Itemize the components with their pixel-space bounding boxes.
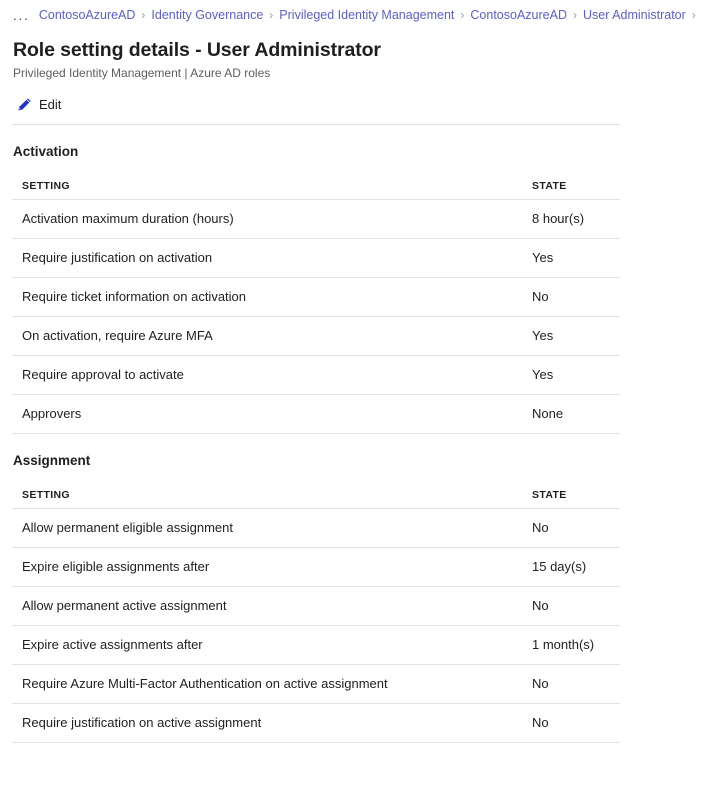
- row-divider: [12, 433, 620, 434]
- edit-button-label: Edit: [39, 96, 62, 112]
- settings-sections: Activation SETTING STATE Activation maximum…: [0, 144, 702, 743]
- table-row: Require justification on activation Yes: [12, 239, 620, 277]
- cell-state: 1 month(s): [532, 637, 595, 652]
- breadcrumb-items: ContosoAzureAD › Identity Governance › Privi…: [39, 8, 702, 22]
- cell-setting: On activation, require Azure MFA: [22, 328, 213, 343]
- command-bar: Edit: [0, 81, 702, 115]
- table-row: Require approval to activate Yes: [12, 356, 620, 394]
- table-header-row: SETTING STATE: [12, 481, 620, 508]
- breadcrumb-separator-icon: ›: [460, 8, 465, 22]
- cell-setting: Allow permanent active assignment: [22, 598, 227, 613]
- breadcrumb-separator-icon: ›: [691, 8, 696, 22]
- table-row: On activation, require Azure MFA Yes: [12, 317, 620, 355]
- cell-state: Yes: [532, 250, 554, 265]
- cell-state: No: [532, 676, 549, 691]
- cell-setting: Require justification on active assignme…: [22, 715, 262, 730]
- edit-button[interactable]: Edit: [13, 94, 65, 115]
- column-header-setting[interactable]: SETTING: [22, 180, 532, 192]
- table-row: Activation maximum duration (hours) 8 hou…: [12, 200, 620, 238]
- breadcrumb-link-0[interactable]: ContosoAzureAD: [39, 8, 136, 22]
- settings-table: SETTING STATE Allow permanent eligible ass…: [12, 481, 620, 743]
- breadcrumb-overflow-button[interactable]: ...: [13, 8, 30, 23]
- cell-state: Yes: [532, 328, 554, 343]
- breadcrumb-link-1[interactable]: Identity Governance: [151, 8, 263, 22]
- column-header-state[interactable]: STATE: [532, 489, 620, 501]
- cell-setting: Require justification on activation: [22, 250, 213, 265]
- breadcrumb: ... ContosoAzureAD › Identity Governance › P…: [0, 0, 702, 30]
- table-row: Require Azure Multi-Factor Authenticatio…: [12, 665, 620, 703]
- breadcrumb-separator-icon: ›: [141, 8, 146, 22]
- table-row: Approvers None: [12, 395, 620, 433]
- cell-state: Yes: [532, 367, 554, 382]
- cell-state: None: [532, 406, 564, 421]
- cell-state: No: [532, 520, 549, 535]
- cell-state: No: [532, 715, 549, 730]
- section-heading: Assignment: [13, 453, 91, 468]
- section-heading: Activation: [13, 144, 79, 159]
- section-activation: Activation SETTING STATE Activation maximum…: [0, 144, 702, 434]
- page-subtitle: Privileged Identity Management | Azure A…: [13, 66, 271, 80]
- page-title: Role setting details - User Administrato…: [13, 39, 381, 61]
- breadcrumb-link-2[interactable]: Privileged Identity Management: [279, 8, 454, 22]
- column-header-setting[interactable]: SETTING: [22, 489, 532, 501]
- cell-state: 15 day(s): [532, 559, 587, 574]
- row-divider: [12, 742, 620, 743]
- column-header-state[interactable]: STATE: [532, 180, 620, 192]
- table-row: Expire eligible assignments after 15 day(…: [12, 548, 620, 586]
- pencil-icon: [17, 97, 32, 112]
- table-row: Expire active assignments after 1 month(s…: [12, 626, 620, 664]
- breadcrumb-separator-icon: ›: [572, 8, 577, 22]
- cell-state: No: [532, 598, 549, 613]
- table-header-row: SETTING STATE: [12, 172, 620, 199]
- settings-table: SETTING STATE Activation maximum duration …: [12, 172, 620, 434]
- cell-setting: Allow permanent eligible assignment: [22, 520, 234, 535]
- table-row: Require justification on active assignme…: [12, 704, 620, 742]
- cell-setting: Approvers: [22, 406, 82, 421]
- breadcrumb-link-3[interactable]: ContosoAzureAD: [470, 8, 567, 22]
- breadcrumb-separator-icon: ›: [269, 8, 274, 22]
- table-row: Allow permanent active assignment No: [12, 587, 620, 625]
- table-row: Require ticket information on activation…: [12, 278, 620, 316]
- cell-state: 8 hour(s): [532, 211, 585, 226]
- cell-setting: Expire active assignments after: [22, 637, 203, 652]
- section-assignment: Assignment SETTING STATE Allow permanent el…: [0, 453, 702, 743]
- cell-setting: Expire eligible assignments after: [22, 559, 210, 574]
- table-row: Allow permanent eligible assignment No: [12, 509, 620, 547]
- cell-setting: Require Azure Multi-Factor Authenticatio…: [22, 676, 388, 691]
- cell-setting: Activation maximum duration (hours): [22, 211, 234, 226]
- cell-setting: Require ticket information on activation: [22, 289, 247, 304]
- cell-state: No: [532, 289, 549, 304]
- page-header: Role setting details - User Administrato…: [0, 30, 702, 81]
- cell-setting: Require approval to activate: [22, 367, 184, 382]
- breadcrumb-link-4[interactable]: User Administrator: [583, 8, 686, 22]
- toolbar-divider: [12, 124, 620, 125]
